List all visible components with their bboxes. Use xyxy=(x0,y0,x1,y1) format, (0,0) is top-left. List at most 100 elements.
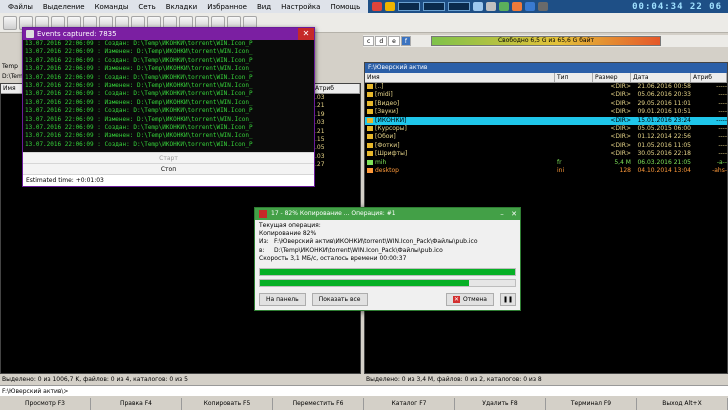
col-date[interactable]: Дата xyxy=(631,73,691,82)
events-titlebar[interactable]: Events captured: 7835 ✕ xyxy=(23,28,314,40)
folder-icon xyxy=(367,100,373,106)
col-attr[interactable]: Атриб xyxy=(691,73,727,82)
log-line: 13.07.2016 22:06:09 : Изменен: D:\Temp\И… xyxy=(25,98,253,106)
table-row[interactable]: [..] <DIR> 21.06.2016 00:58 ----- xyxy=(365,83,727,91)
copy-titlebar[interactable]: 17 - 82% Копирование ... Операция: #1 – … xyxy=(255,208,520,220)
table-row[interactable]: [Фотки] <DIR> 01.05.2016 11:05 ---- xyxy=(365,142,727,150)
table-row[interactable]: [Звуки] <DIR> 09.01.2016 10:51 ---- xyxy=(365,108,727,116)
app-icon[interactable] xyxy=(486,2,497,11)
close-icon[interactable]: ✕ xyxy=(298,28,314,40)
from-path: F:\Юверский актив\ИКОНКИ\torrent\WIN.Ico… xyxy=(274,238,478,246)
log-line: 13.07.2016 22:06:09 : Создан: D:\Temp\ИК… xyxy=(25,107,253,115)
log-line: 13.07.2016 22:06:09 : Создан: D:\Temp\ИК… xyxy=(25,90,253,98)
table-row[interactable]: [Курсоры] <DIR> 05.05.2015 06:00 ---- xyxy=(365,125,727,133)
drive-button-selected[interactable]: f xyxy=(400,36,411,46)
menu-item-favorites[interactable]: Избранное xyxy=(202,3,252,11)
log-line: 13.07.2016 22:06:09 : Изменен: D:\Temp\И… xyxy=(25,82,253,90)
table-row[interactable]: [Шрифты] <DIR> 30.05.2016 22:18 ---- xyxy=(365,150,727,158)
left-status: Выделено: 0 из 1006,7 K, файлов: 0 из 4,… xyxy=(2,376,188,383)
app-icon[interactable] xyxy=(385,2,396,11)
app-icon[interactable] xyxy=(499,2,510,11)
folder-icon xyxy=(367,109,373,115)
menu-item-selection[interactable]: Выделение xyxy=(38,3,90,11)
app-icon[interactable] xyxy=(538,2,549,11)
log-line: 13.07.2016 22:06:09 : Создан: D:\Temp\ИК… xyxy=(25,140,253,148)
menu-item-view[interactable]: Вид xyxy=(252,3,276,11)
folder-icon xyxy=(367,151,373,157)
taskbar-icons xyxy=(372,2,549,11)
app-icon xyxy=(26,30,34,38)
left-tab-label[interactable]: Temp xyxy=(2,63,18,70)
col-attr[interactable]: Атриб xyxy=(313,84,360,93)
drive-button[interactable]: c xyxy=(363,36,375,46)
menu-item-commands[interactable]: Команды xyxy=(90,3,134,11)
log-line: 13.07.2016 22:06:09 : Создан: D:\Temp\ИК… xyxy=(25,40,253,47)
file-progress-fill xyxy=(260,269,515,276)
f3-view-button[interactable]: Просмотр F3 xyxy=(0,398,91,410)
pause-icon: ❚❚ xyxy=(502,296,514,303)
col-type[interactable]: Тип xyxy=(555,73,593,82)
f5-copy-button[interactable]: Копировать F5 xyxy=(182,398,273,410)
ini-file-icon xyxy=(367,167,373,173)
log-line: 13.07.2016 22:06:09 : Создан: D:\Temp\ИК… xyxy=(25,56,253,64)
copy-dialog[interactable]: 17 - 82% Копирование ... Операция: #1 – … xyxy=(254,207,521,311)
app-icon[interactable] xyxy=(372,2,383,11)
command-line-input[interactable]: F:\Юверский актив\> xyxy=(0,385,728,396)
clock: 00:04:34 22 06 xyxy=(632,1,722,12)
close-icon[interactable]: ✕ xyxy=(510,210,518,218)
app-icon[interactable] xyxy=(525,2,536,11)
function-key-bar: Просмотр F3 Правка F4 Копировать F5 Пере… xyxy=(0,398,728,410)
copy-buttons: На панель Показать все ✕ Отмена ❚❚ xyxy=(259,293,516,306)
log-line: 13.07.2016 22:06:09 : Изменен: D:\Temp\И… xyxy=(25,65,253,73)
f7-mkdir-button[interactable]: Каталог F7 xyxy=(364,398,455,410)
app-icon[interactable] xyxy=(512,2,523,11)
to-panel-button[interactable]: На панель xyxy=(259,293,306,306)
col-size[interactable]: Размер xyxy=(593,73,631,82)
menu-item-network[interactable]: Сеть xyxy=(133,3,160,11)
disk-graph-icon xyxy=(448,2,471,11)
folder-icon xyxy=(367,117,373,123)
menu-item-tabs[interactable]: Вкладки xyxy=(161,3,202,11)
menu-item-files[interactable]: Файлы xyxy=(3,3,38,11)
stop-button[interactable]: Стоп xyxy=(23,163,314,174)
right-drive-bar: c d e f Свободно 6,5 G из 65,6 G байт xyxy=(363,35,728,47)
minimize-icon[interactable]: – xyxy=(498,210,506,218)
window-controls: – ✕ xyxy=(498,210,518,218)
table-row[interactable]: mih fr 5,4 M 06.03.2016 21:05 -a-- xyxy=(365,159,727,167)
col-name[interactable]: Имя xyxy=(365,73,555,82)
table-row[interactable]: [midi] <DIR> 05.06.2016 20:33 ---- xyxy=(365,91,727,99)
table-row[interactable]: [Видео] <DIR> 29.05.2016 11:01 ---- xyxy=(365,100,727,108)
f9-terminal-button[interactable]: Терминал F9 xyxy=(546,398,637,410)
drive-button[interactable]: e xyxy=(388,36,400,46)
f6-move-button[interactable]: Переместить F6 xyxy=(273,398,364,410)
f4-edit-button[interactable]: Правка F4 xyxy=(91,398,182,410)
events-window[interactable]: Events captured: 7835 ✕ 13.07.2016 22:06… xyxy=(22,27,315,187)
right-path[interactable]: F:\Юверский актив xyxy=(365,63,727,73)
cpu-graph-icon xyxy=(398,2,421,11)
pause-button[interactable]: ❚❚ xyxy=(500,293,516,306)
table-row[interactable]: [Обои] <DIR> 01.12.2014 22:56 ---- xyxy=(365,133,727,141)
menu-item-settings[interactable]: Настройка xyxy=(276,3,325,11)
right-status: Выделено: 0 из 3,4 M, файлов: 0 из 2, ка… xyxy=(366,376,542,383)
table-row[interactable]: desktop ini 128 04.10.2014 13:04 -ahs- xyxy=(365,167,727,175)
cancel-button[interactable]: ✕ Отмена xyxy=(445,293,494,306)
file-progress-bar xyxy=(259,268,516,277)
events-log[interactable]: 13.07.2016 22:06:09 : Создан: D:\Temp\ИК… xyxy=(23,40,314,152)
menu-item-help[interactable]: Помощь xyxy=(325,3,365,11)
log-line: 13.07.2016 22:06:09 : Изменен: D:\Temp\И… xyxy=(25,115,253,123)
refresh-icon[interactable] xyxy=(3,15,17,30)
drive-button[interactable]: d xyxy=(375,36,388,46)
events-title: Events captured: 7835 xyxy=(37,30,117,38)
f8-delete-button[interactable]: Удалить F8 xyxy=(455,398,546,410)
exit-button[interactable]: Выход Alt+X xyxy=(637,398,728,410)
main-menu: Файлы Выделение Команды Сеть Вкладки Изб… xyxy=(0,0,369,13)
total-progress-fill xyxy=(260,280,470,287)
app-icon[interactable] xyxy=(473,2,484,11)
show-all-button[interactable]: Показать все xyxy=(311,293,368,306)
copy-app-icon xyxy=(259,210,267,218)
top-strip: Файлы Выделение Команды Сеть Вкладки Изб… xyxy=(0,0,728,13)
folder-icon xyxy=(367,125,373,131)
copy-body: Текущая операция: Копирование 82% Из: F:\… xyxy=(255,220,520,265)
table-row-cursor[interactable]: [ИКОНКИ] <DIR> 15.01.2016 23:24 ----- xyxy=(365,116,727,125)
start-button[interactable]: Старт xyxy=(23,152,314,163)
